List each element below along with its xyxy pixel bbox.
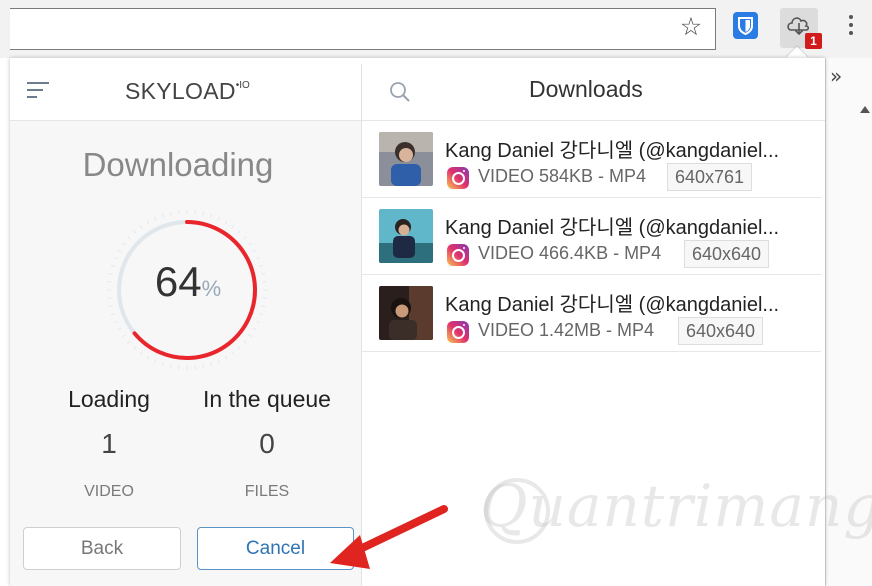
item-meta: VIDEO 466.4KB - MP4: [478, 243, 662, 263]
instagram-icon: [447, 321, 469, 343]
gauge-tick: [259, 313, 264, 316]
gauge-tick: [217, 359, 220, 364]
queue-count: 0: [259, 428, 275, 459]
gauge-tick: [161, 362, 164, 367]
gauge-tick: [117, 249, 122, 253]
address-bar[interactable]: [10, 8, 716, 50]
red-arrow-annotation: [330, 505, 448, 569]
item-title: Kang Daniel 강다니엘 (@kangdaniel...: [445, 140, 780, 162]
gauge-tick: [248, 242, 253, 246]
queue-label: In the queue: [203, 386, 331, 412]
gauge-tick: [133, 230, 137, 234]
gauge-tick: [127, 236, 131, 240]
gauge-tick: [231, 351, 235, 356]
screenshot: ☆ 1 » SKYLOAD•IO Downloading 64% Loading…: [0, 0, 872, 586]
download-item[interactable]: Kang Daniel 강다니엘 (@kangdaniel... VIDEO 4…: [362, 198, 821, 275]
gauge-tick: [146, 355, 150, 360]
video-thumbnail: [379, 286, 433, 340]
loading-unit: VIDEO: [84, 483, 134, 500]
gauge-tick: [146, 220, 150, 225]
resolution-badge: 640x761: [667, 163, 753, 191]
gauge-tick: [133, 346, 137, 350]
gauge-tick: [252, 327, 257, 331]
scroll-up-arrow[interactable]: [860, 106, 870, 113]
downloads-title: Downloads: [529, 76, 643, 102]
status-title: Downloading: [82, 146, 274, 183]
resolution-badge: 640x640: [684, 240, 770, 268]
gauge-tick: [217, 216, 220, 221]
gauge-tick: [256, 320, 261, 323]
item-title: Kang Daniel 강다니엘 (@kangdaniel...: [445, 294, 780, 316]
gauge-tick: [231, 224, 235, 229]
gauge-tick: [169, 364, 172, 369]
search-icon[interactable]: [388, 80, 412, 104]
video-thumbnail: [379, 209, 433, 263]
back-button[interactable]: Back: [23, 527, 181, 570]
loading-label: Loading: [68, 386, 150, 412]
gauge-tick: [248, 334, 253, 338]
gauge-tick: [139, 224, 143, 229]
extension-badge: 1: [805, 33, 822, 49]
gauge-tick: [113, 320, 118, 323]
gauge-tick: [127, 340, 131, 344]
watermark: Quantrimang: [480, 472, 872, 540]
gauge-tick: [154, 359, 157, 364]
loading-count: 1: [101, 428, 117, 459]
gauge-tick: [243, 340, 247, 344]
gauge-tick: [139, 351, 143, 356]
gauge-tick: [243, 236, 247, 240]
gauge-tick: [210, 362, 213, 367]
item-meta: VIDEO 1.42MB - MP4: [478, 320, 655, 340]
gauge-tick: [224, 220, 228, 225]
gauge-tick: [154, 216, 157, 221]
brand-logo: SKYLOAD•IO: [125, 78, 250, 104]
star-icon[interactable]: ☆: [676, 12, 706, 42]
progress-percent: 64%: [154, 258, 222, 305]
menu-icon[interactable]: [27, 82, 49, 98]
panel-header: SKYLOAD•IO: [10, 64, 361, 121]
gauge-tick: [117, 327, 122, 331]
gauge-tick: [169, 211, 172, 216]
browser-menu-icon[interactable]: [844, 12, 858, 42]
gauge-tick: [237, 230, 241, 234]
download-item[interactable]: Kang Daniel 강다니엘 (@kangdaniel... VIDEO 5…: [362, 121, 821, 198]
gauge-tick: [110, 313, 115, 316]
password-manager-icon[interactable]: [733, 12, 758, 39]
instagram-icon: [447, 167, 469, 189]
gauge-tick: [224, 355, 228, 360]
gauge-tick: [121, 242, 126, 246]
resolution-badge: 640x640: [678, 317, 764, 345]
item-meta: VIDEO 584KB - MP4: [478, 166, 647, 186]
gauge-tick: [237, 346, 241, 350]
bookmarks-overflow-chevron[interactable]: »: [830, 64, 842, 88]
gauge-tick: [210, 213, 213, 218]
item-title: Kang Daniel 강다니엘 (@kangdaniel...: [445, 217, 780, 239]
gauge-tick: [202, 211, 205, 216]
gauge-tick: [161, 213, 164, 218]
gauge-tick: [121, 334, 126, 338]
gauge-tick: [202, 364, 205, 369]
download-item[interactable]: Kang Daniel 강다니엘 (@kangdaniel... VIDEO 1…: [362, 275, 821, 352]
gauge-tick: [252, 249, 257, 253]
instagram-icon: [447, 244, 469, 266]
video-thumbnail: [379, 132, 433, 186]
